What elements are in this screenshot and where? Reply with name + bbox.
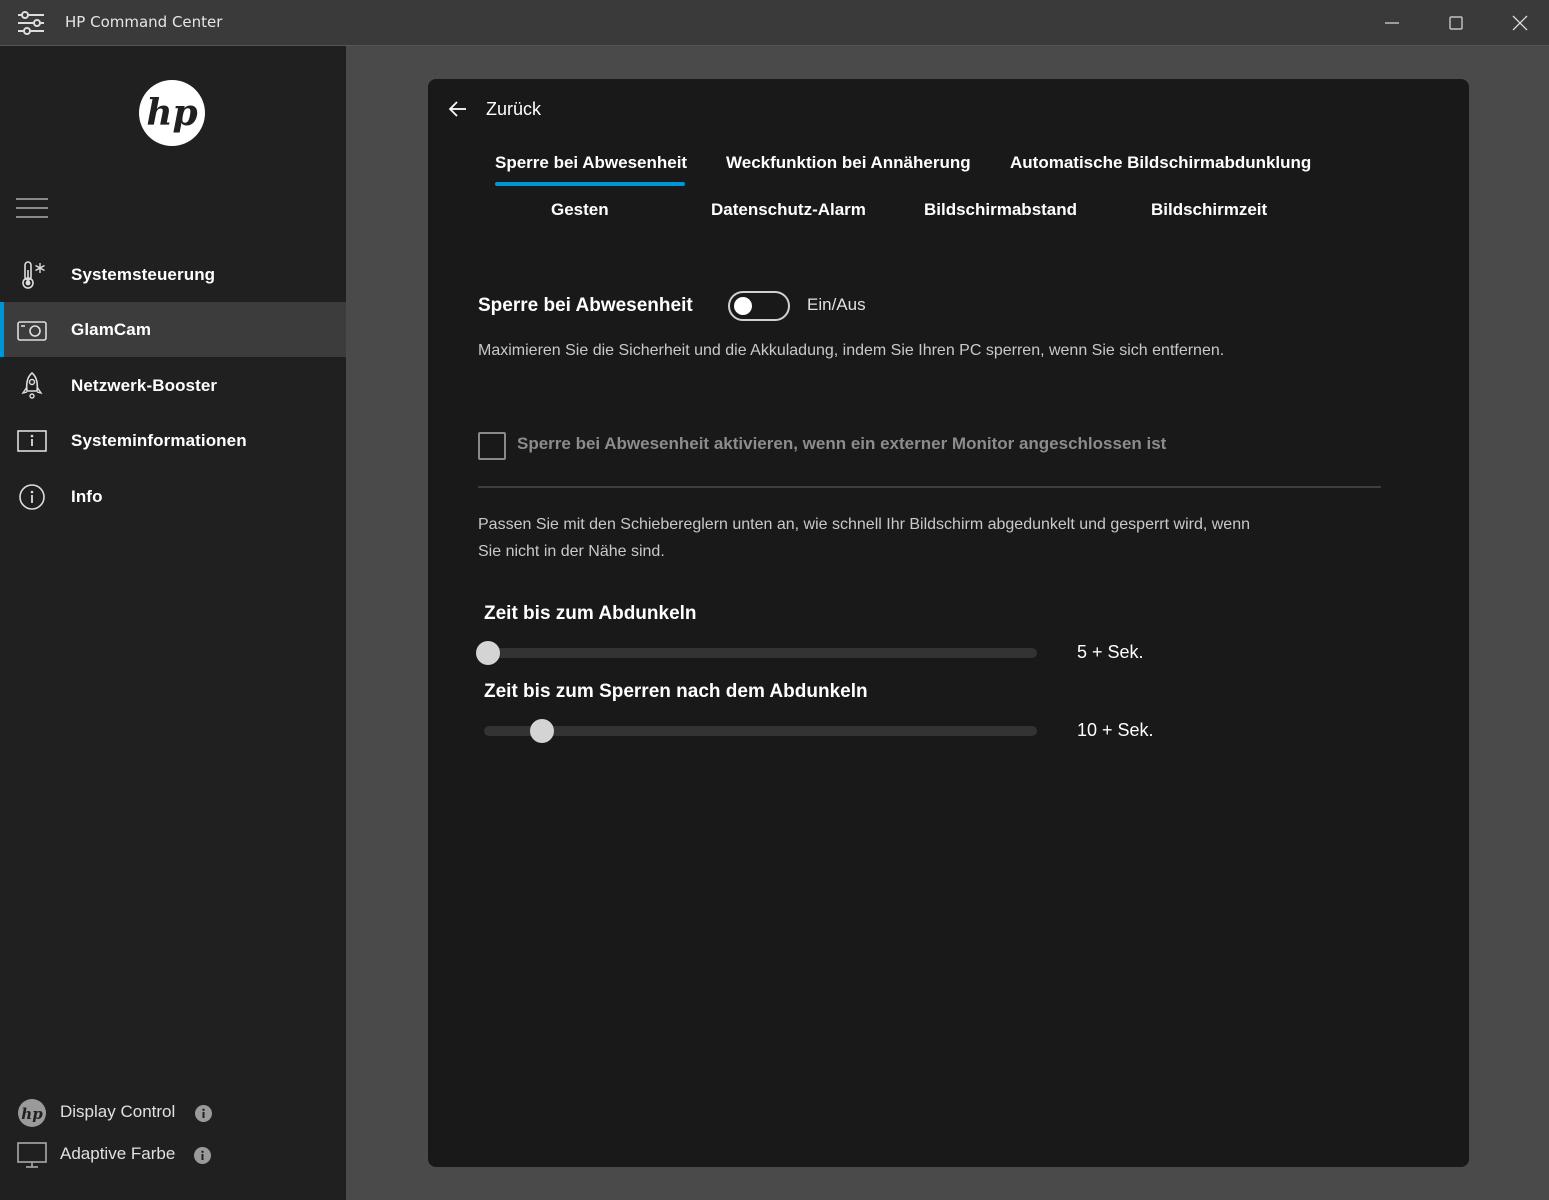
slider-description: Passen Sie mit den Schiebereglern unten … bbox=[478, 516, 1250, 560]
minimize-button[interactable] bbox=[1360, 0, 1424, 46]
back-label: Zurück bbox=[486, 98, 542, 119]
rocket-icon bbox=[21, 371, 43, 399]
maximize-button[interactable] bbox=[1424, 0, 1488, 46]
maximize-icon bbox=[1449, 16, 1463, 30]
info-icon[interactable] bbox=[195, 1105, 212, 1122]
sidebar-item-label: Systeminformationen bbox=[71, 430, 247, 450]
tab-bildschirmzeit[interactable]: Bildschirmzeit bbox=[1151, 200, 1267, 220]
info-circle-icon bbox=[19, 484, 45, 510]
hp-logo-icon: hp bbox=[139, 80, 205, 146]
minimize-icon bbox=[1385, 22, 1399, 24]
adaptive-farbe-link[interactable]: Adaptive Farbe bbox=[0, 1135, 346, 1175]
tab-bildschirmabstand[interactable]: Bildschirmabstand bbox=[924, 200, 1077, 220]
dim-time-slider[interactable] bbox=[476, 641, 1037, 665]
section-description: Maximieren Sie die Sicherheit und die Ak… bbox=[478, 342, 1225, 359]
svg-text:hp: hp bbox=[146, 92, 197, 134]
adaptive-farbe-label: Adaptive Farbe bbox=[60, 1144, 176, 1163]
hamburger-menu-button[interactable] bbox=[16, 198, 48, 224]
window-title: HP Command Center bbox=[65, 13, 223, 31]
sidebar-item-systeminformationen[interactable]: Systeminformationen bbox=[0, 413, 346, 468]
sidebar-item-label: Systemsteuerung bbox=[71, 264, 216, 284]
back-button[interactable]: Zurück bbox=[448, 97, 541, 121]
slider-thumb[interactable] bbox=[529, 719, 554, 743]
arrow-left-icon bbox=[448, 101, 466, 117]
display-control-link[interactable]: hp Display Control bbox=[0, 1093, 346, 1133]
info-box-icon bbox=[17, 430, 47, 452]
tab-datenschutz-alarm[interactable]: Datenschutz-Alarm bbox=[711, 200, 866, 220]
sidebar: hp Systemsteuerung GlamCam Netzwerk-Boos… bbox=[0, 46, 346, 1200]
settings-sliders-icon bbox=[18, 11, 44, 35]
sidebar-item-systemsteuerung[interactable]: Systemsteuerung bbox=[0, 247, 346, 302]
sidebar-item-info[interactable]: Info bbox=[0, 469, 346, 524]
close-button[interactable] bbox=[1488, 0, 1549, 46]
divider bbox=[478, 486, 1381, 488]
enable-toggle[interactable] bbox=[728, 291, 790, 321]
dim-time-value: 5 + Sek. bbox=[1077, 642, 1144, 662]
svg-text:hp: hp bbox=[21, 1105, 43, 1123]
toggle-label: Ein/Aus bbox=[807, 295, 866, 314]
monitor-icon bbox=[17, 1142, 47, 1168]
slider-thumb[interactable] bbox=[476, 641, 500, 665]
main-panel: Zurück Sperre bei Abwesenheit Weckfunkti… bbox=[428, 79, 1469, 1167]
sidebar-item-label: Netzwerk-Booster bbox=[71, 375, 218, 395]
hp-logo-icon: hp bbox=[18, 1099, 46, 1127]
sidebar-item-netzwerk-booster[interactable]: Netzwerk-Booster bbox=[0, 358, 346, 413]
display-control-label: Display Control bbox=[60, 1102, 176, 1121]
close-icon bbox=[1512, 15, 1528, 31]
external-monitor-checkbox[interactable] bbox=[478, 432, 506, 460]
tab-weckfunktion[interactable]: Weckfunktion bei Annäherung bbox=[726, 153, 971, 173]
sidebar-item-label: GlamCam bbox=[71, 319, 152, 339]
section-title: Sperre bei Abwesenheit bbox=[478, 295, 693, 316]
sidebar-item-label: Info bbox=[71, 486, 103, 506]
lock-time-value: 10 + Sek. bbox=[1077, 720, 1154, 740]
sidebar-item-glamcam[interactable]: GlamCam bbox=[0, 302, 346, 357]
tab-sperre-bei-abwesenheit[interactable]: Sperre bei Abwesenheit bbox=[495, 153, 687, 173]
lock-time-label: Zeit bis zum Sperren nach dem Abdunkeln bbox=[484, 681, 868, 702]
info-icon[interactable] bbox=[194, 1147, 211, 1164]
toggle-knob bbox=[734, 297, 752, 315]
tab-gesten[interactable]: Gesten bbox=[551, 200, 609, 220]
title-bar: HP Command Center bbox=[0, 0, 1549, 46]
tab-automatische-bildschirmabdunklung[interactable]: Automatische Bildschirmabdunklung bbox=[1010, 153, 1311, 173]
active-tab-indicator bbox=[495, 182, 685, 186]
thermometer-snowflake-icon bbox=[22, 261, 45, 289]
lock-time-slider[interactable] bbox=[484, 719, 1037, 743]
camera-icon bbox=[17, 321, 47, 341]
external-monitor-checkbox-label: Sperre bei Abwesenheit aktivieren, wenn … bbox=[517, 434, 1167, 453]
dim-time-label: Zeit bis zum Abdunkeln bbox=[484, 603, 697, 624]
